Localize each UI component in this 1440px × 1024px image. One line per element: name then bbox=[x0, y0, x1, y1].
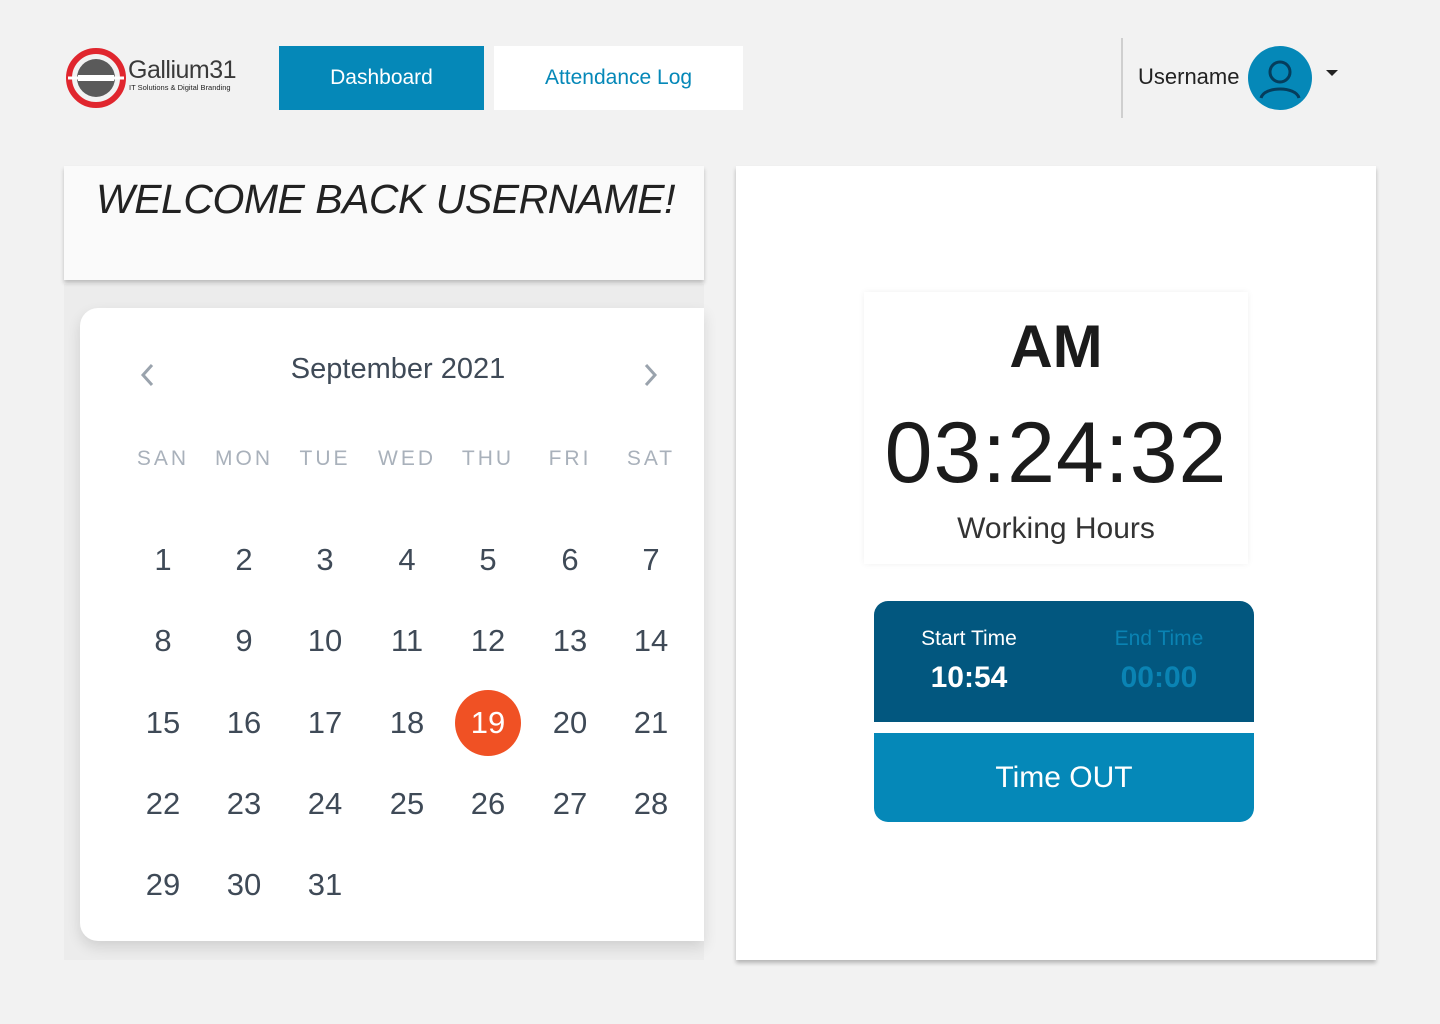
brand-name: Gallium31 bbox=[128, 56, 237, 84]
calendar-day[interactable]: 21 bbox=[618, 690, 684, 756]
weekday-label: WED bbox=[378, 447, 436, 470]
end-time-block: End Time 00:00 bbox=[1064, 627, 1254, 695]
calendar-day[interactable]: 23 bbox=[211, 771, 277, 837]
weekday-label: SAN bbox=[136, 447, 190, 470]
clock-card: AM 03:24:32 Working Hours bbox=[864, 292, 1248, 564]
calendar-day[interactable]: 18 bbox=[374, 690, 440, 756]
weekday-label: TUE bbox=[299, 447, 351, 470]
start-time-value: 10:54 bbox=[930, 661, 1008, 694]
caret-down-icon[interactable] bbox=[1326, 70, 1338, 76]
brand-tagline: IT Solutions & Digital Branding bbox=[129, 83, 231, 92]
calendar-day[interactable]: 20 bbox=[537, 690, 603, 756]
calendar-day[interactable]: 8 bbox=[130, 608, 196, 674]
calendar-day[interactable]: 17 bbox=[292, 690, 358, 756]
calendar-day[interactable]: 3 bbox=[292, 527, 358, 593]
calendar-day[interactable]: 26 bbox=[455, 771, 521, 837]
user-name[interactable]: Username bbox=[1138, 64, 1239, 90]
header-divider bbox=[1121, 38, 1123, 118]
shift-times: Start Time 10:54 End Time 00:00 bbox=[874, 601, 1254, 722]
welcome-heading: WELCOME BACK USERNAME! bbox=[96, 176, 676, 222]
clock-time: 03:24:32 bbox=[884, 405, 1228, 501]
calendar-day[interactable]: 12 bbox=[455, 608, 521, 674]
weekday-label: FRI bbox=[548, 447, 592, 470]
brand-logo[interactable]: Gallium31 IT Solutions & Digital Brandin… bbox=[66, 48, 246, 108]
logo-mark-icon bbox=[66, 48, 126, 108]
calendar-day[interactable]: 27 bbox=[537, 771, 603, 837]
nav-attendance-log-button[interactable]: Attendance Log bbox=[494, 46, 743, 110]
calendar-day[interactable]: 7 bbox=[618, 527, 684, 593]
calendar-day[interactable]: 31 bbox=[292, 852, 358, 918]
calendar-day[interactable]: 10 bbox=[292, 608, 358, 674]
calendar-day[interactable]: 25 bbox=[374, 771, 440, 837]
calendar-day[interactable]: 22 bbox=[130, 771, 196, 837]
time-out-button[interactable]: Time OUT bbox=[874, 733, 1254, 822]
calendar-day[interactable]: 24 bbox=[292, 771, 358, 837]
calendar-day[interactable]: 4 bbox=[374, 527, 440, 593]
calendar: September 2021 SAN MON TUE WED THU FRI SAT 123… bbox=[80, 308, 704, 941]
end-time-label: End Time bbox=[1114, 627, 1204, 650]
calendar-day[interactable]: 6 bbox=[537, 527, 603, 593]
end-time-value: 00:00 bbox=[1120, 661, 1198, 694]
start-time-label: Start Time bbox=[921, 627, 1017, 650]
user-avatar[interactable] bbox=[1248, 46, 1312, 110]
calendar-month-label: September 2021 bbox=[290, 353, 506, 385]
calendar-day[interactable]: 9 bbox=[211, 608, 277, 674]
chevron-right-icon[interactable] bbox=[637, 361, 665, 389]
calendar-day-selected[interactable]: 19 bbox=[455, 690, 521, 756]
calendar-day[interactable]: 15 bbox=[130, 690, 196, 756]
calendar-day[interactable]: 16 bbox=[211, 690, 277, 756]
calendar-day[interactable]: 29 bbox=[130, 852, 196, 918]
calendar-day[interactable]: 2 bbox=[211, 527, 277, 593]
weekday-label: SAT bbox=[626, 447, 676, 470]
weekday-label: THU bbox=[461, 447, 515, 470]
nav-dashboard-button[interactable]: Dashboard bbox=[279, 46, 484, 110]
welcome-card: WELCOME BACK USERNAME! bbox=[64, 166, 704, 280]
calendar-day[interactable]: 14 bbox=[618, 608, 684, 674]
start-time-block: Start Time 10:54 bbox=[874, 627, 1064, 695]
calendar-day[interactable]: 11 bbox=[374, 608, 440, 674]
calendar-day[interactable]: 1 bbox=[130, 527, 196, 593]
clock-caption: Working Hours bbox=[957, 512, 1155, 545]
clock-period: AM bbox=[1009, 313, 1103, 380]
calendar-day[interactable]: 30 bbox=[211, 852, 277, 918]
calendar-day[interactable]: 28 bbox=[618, 771, 684, 837]
user-icon bbox=[1259, 60, 1301, 99]
calendar-day[interactable]: 5 bbox=[455, 527, 521, 593]
calendar-day[interactable]: 13 bbox=[537, 608, 603, 674]
weekday-label: MON bbox=[215, 447, 273, 470]
